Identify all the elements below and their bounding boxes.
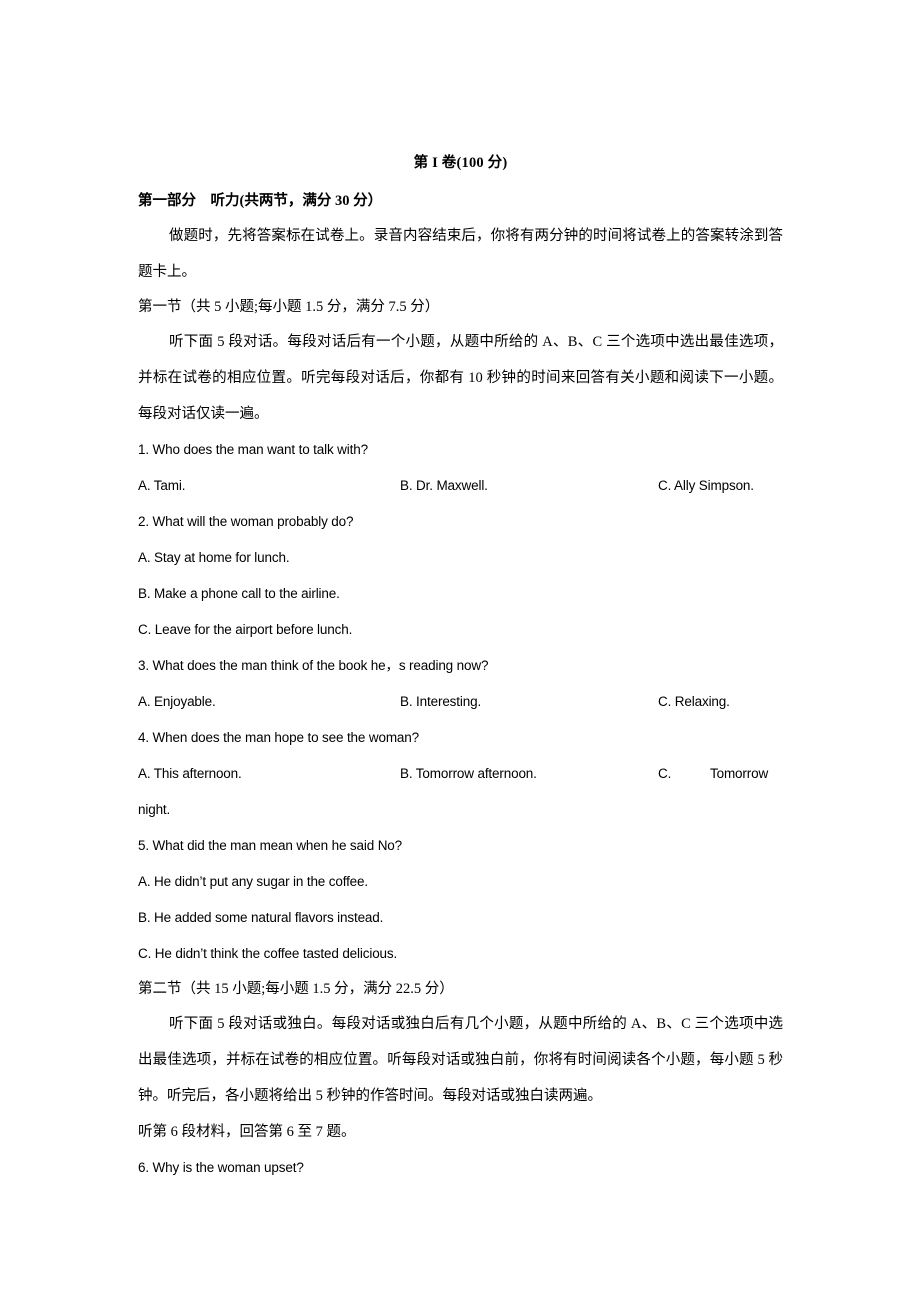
option-row: A. Enjoyable. B. Interesting. C. Relaxin…	[138, 684, 783, 720]
question-stem: 1. Who does the man want to talk with?	[138, 442, 368, 457]
option-c-text: Tomorrow	[710, 766, 769, 781]
section-one-instruction: 听下面 5 段对话。每段对话后有一个小题，从题中所给的 A、B、C 三个选项中选…	[138, 334, 783, 422]
option-c[interactable]: C. He didn’t think the coffee tasted del…	[138, 936, 783, 972]
question-stem: 6. Why is the woman upset?	[138, 1160, 304, 1175]
document-body: 第 I 卷(100 分) 第一部分 听力(共两节，满分 30 分） 做题时，先将…	[138, 150, 783, 1186]
option-c[interactable]: C. Tomorrow	[658, 756, 768, 792]
question-stem: 5. What did the man mean when he said No…	[138, 838, 403, 853]
option-c[interactable]: C. Leave for the airport before lunch.	[138, 612, 783, 648]
option-a[interactable]: A. This afternoon.	[138, 756, 242, 792]
option-b[interactable]: B. Tomorrow afternoon.	[400, 756, 537, 792]
option-c-wrapped-text: night.	[138, 802, 171, 817]
option-b[interactable]: B. Dr. Maxwell.	[400, 468, 488, 504]
option-a[interactable]: A. Enjoyable.	[138, 684, 216, 720]
option-c[interactable]: C. Ally Simpson.	[658, 468, 754, 504]
option-b[interactable]: B. Make a phone call to the airline.	[138, 576, 783, 612]
option-a[interactable]: A. He didn’t put any sugar in the coffee…	[138, 864, 783, 900]
option-c[interactable]: C. Relaxing.	[658, 684, 730, 720]
question-stem: 2. What will the woman probably do?	[138, 514, 354, 529]
part-one-heading: 第一部分 听力(共两节，满分 30 分）	[138, 193, 383, 209]
question-stem: 4. When does the man hope to see the wom…	[138, 730, 419, 745]
section-two-heading: 第二节（共 15 小题;每小题 1.5 分，满分 22.5 分）	[138, 981, 454, 997]
option-row: A. This afternoon. B. Tomorrow afternoon…	[138, 756, 783, 792]
option-b[interactable]: B. Interesting.	[400, 684, 481, 720]
question-stem: 3. What does the man think of the book h…	[138, 658, 489, 673]
page-title: 第 I 卷(100 分)	[413, 155, 508, 171]
option-row: A. Tami. B. Dr. Maxwell. C. Ally Simpson…	[138, 468, 783, 504]
option-b[interactable]: B. He added some natural flavors instead…	[138, 900, 783, 936]
exam-paper-page: 第 I 卷(100 分) 第一部分 听力(共两节，满分 30 分） 做题时，先将…	[0, 0, 920, 1302]
option-a[interactable]: A. Stay at home for lunch.	[138, 540, 783, 576]
listening-material-note: 听第 6 段材料，回答第 6 至 7 题。	[138, 1124, 356, 1140]
option-c-marker: C.	[658, 766, 672, 781]
part-one-intro-paragraph: 做题时，先将答案标在试卷上。录音内容结束后，你将有两分钟的时间将试卷上的答案转涂…	[138, 228, 783, 280]
section-two-instruction: 听下面 5 段对话或独白。每段对话或独白后有几个小题，从题中所给的 A、B、C …	[138, 1016, 783, 1104]
section-one-heading: 第一节（共 5 小题;每小题 1.5 分，满分 7.5 分）	[138, 299, 440, 315]
option-a[interactable]: A. Tami.	[138, 468, 185, 504]
